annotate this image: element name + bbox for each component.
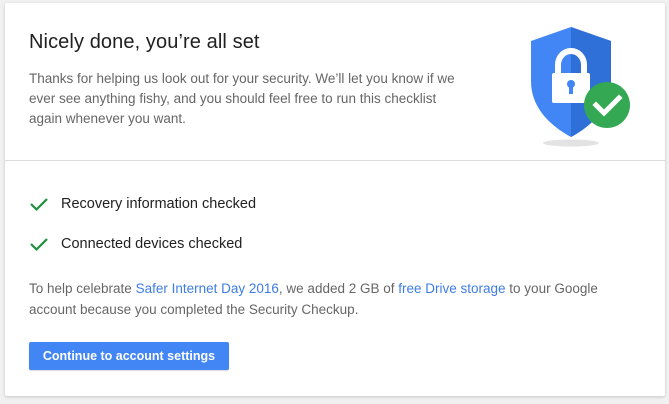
page-title: Nicely done, you’re all set	[29, 31, 260, 53]
security-checkup-card: Nicely done, you’re all set Thanks for h…	[5, 3, 665, 396]
security-shield-icon	[531, 27, 630, 147]
checkmark-icon	[30, 198, 48, 212]
checklist-item-devices: Connected devices checked	[29, 233, 242, 255]
checklist-item-label: Connected devices checked	[61, 236, 243, 252]
continue-button[interactable]: Continue to account settings	[29, 342, 229, 370]
free-drive-storage-link[interactable]: free Drive storage	[398, 281, 505, 296]
note-text: To help celebrate	[29, 281, 136, 296]
card-header: Nicely done, you’re all set Thanks for h…	[5, 3, 665, 160]
checklist-item-label: Recovery information checked	[61, 196, 257, 212]
section-divider	[5, 160, 665, 161]
intro-text: Thanks for helping us look out for your …	[29, 71, 455, 126]
safer-internet-day-link[interactable]: Safer Internet Day 2016	[136, 281, 279, 296]
storage-bonus-note: To help celebrate Safer Internet Day 201…	[29, 278, 629, 320]
checkmark-icon	[30, 238, 48, 252]
note-text: , we added 2 GB of	[278, 281, 399, 296]
checklist-item-recovery: Recovery information checked	[29, 193, 256, 215]
